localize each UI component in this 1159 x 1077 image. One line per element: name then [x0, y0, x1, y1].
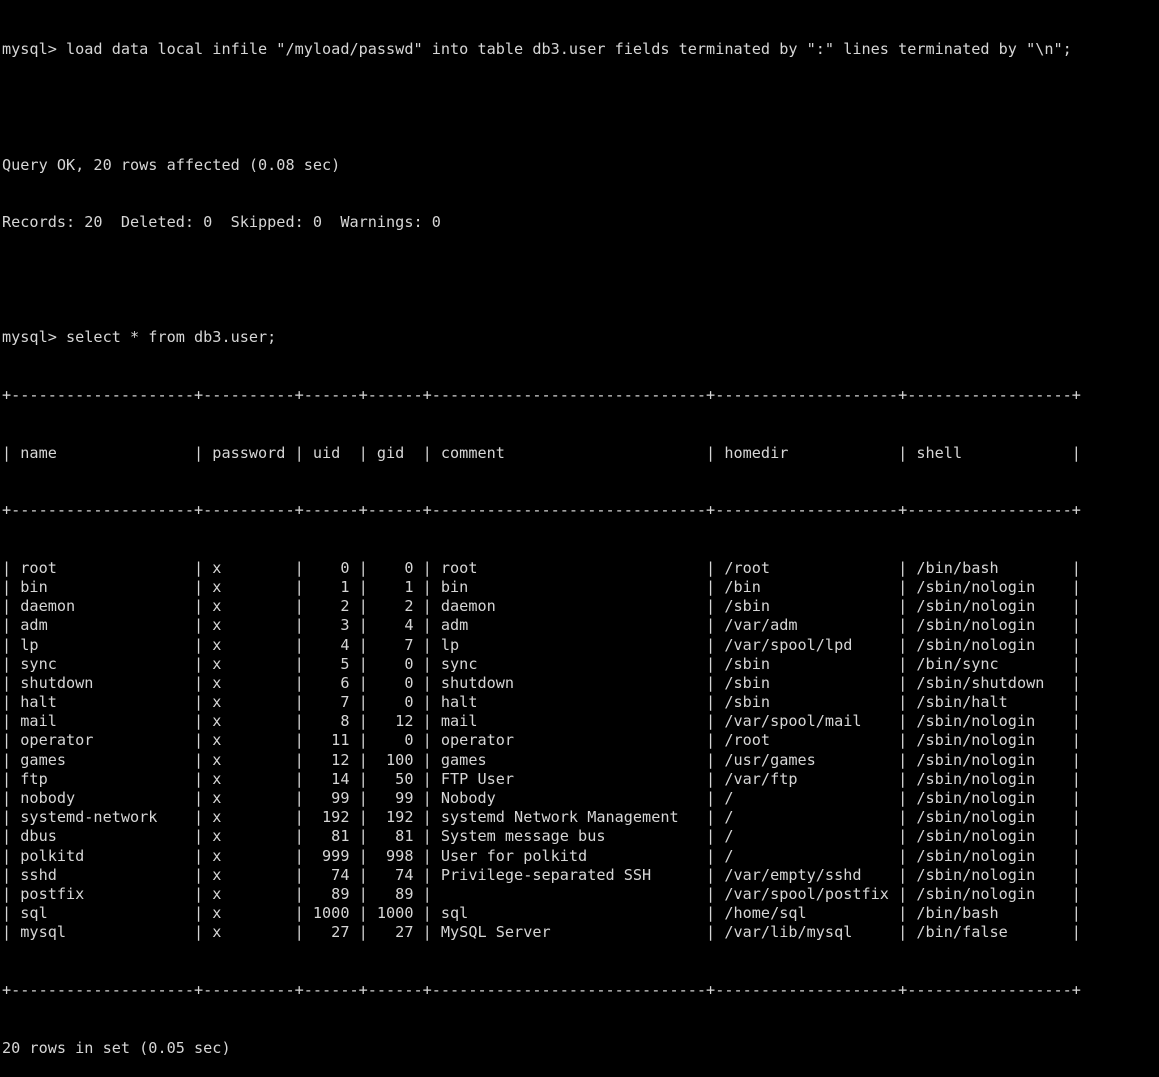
- terminal-screen[interactable]: mysql> load data local infile "/myload/p…: [0, 0, 1159, 1057]
- table-row: | daemon | x | 2 | 2 | daemon | /sbin | …: [2, 597, 1081, 616]
- table-body: | root | x | 0 | 0 | root | /root | /bin…: [2, 559, 1159, 943]
- table-row: | shutdown | x | 6 | 0 | shutdown | /sbi…: [2, 673, 1081, 692]
- table-row: | adm | x | 3 | 4 | adm | /var/adm | /sb…: [2, 616, 1081, 635]
- table-row: | sshd | x | 74 | 74 | Privilege-separat…: [2, 865, 1081, 884]
- table-row: | halt | x | 7 | 0 | halt | /sbin | /sbi…: [2, 693, 1081, 712]
- table-row: | sql | x | 1000 | 1000 | sql | /home/sq…: [2, 904, 1081, 923]
- query-ok-line: Query OK, 20 rows affected (0.08 sec): [2, 155, 341, 174]
- table-row: | operator | x | 11 | 0 | operator | /ro…: [2, 731, 1081, 750]
- records-summary-line: Records: 20 Deleted: 0 Skipped: 0 Warnin…: [2, 213, 441, 232]
- table-row: | mysql | x | 27 | 27 | MySQL Server | /…: [2, 923, 1081, 942]
- result-footer: 20 rows in set (0.05 sec): [2, 1038, 231, 1057]
- table-border-top: +--------------------+----------+------+…: [2, 385, 1081, 404]
- table-row: | mail | x | 8 | 12 | mail | /var/spool/…: [2, 712, 1081, 731]
- table-row: | systemd-network | x | 192 | 192 | syst…: [2, 808, 1081, 827]
- table-row: | polkitd | x | 999 | 998 | User for pol…: [2, 846, 1081, 865]
- table-row: | postfix | x | 89 | 89 | | /var/spool/p…: [2, 884, 1081, 903]
- table-row: | bin | x | 1 | 1 | bin | /bin | /sbin/n…: [2, 577, 1081, 596]
- table-row: | dbus | x | 81 | 81 | System message bu…: [2, 827, 1081, 846]
- table-header-row: | name | password | uid | gid | comment …: [2, 443, 1081, 462]
- table-row: | lp | x | 4 | 7 | lp | /var/spool/lpd |…: [2, 635, 1081, 654]
- table-border-header: +--------------------+----------+------+…: [2, 501, 1081, 520]
- table-row: | ftp | x | 14 | 50 | FTP User | /var/ft…: [2, 769, 1081, 788]
- table-row: | root | x | 0 | 0 | root | /root | /bin…: [2, 558, 1081, 577]
- command-line-select: mysql> select * from db3.user;: [2, 328, 277, 347]
- table-border-bottom: +--------------------+----------+------+…: [2, 980, 1081, 999]
- table-row: | games | x | 12 | 100 | games | /usr/ga…: [2, 750, 1081, 769]
- command-line-load-data-part2: [2, 98, 1159, 117]
- table-row: | sync | x | 5 | 0 | sync | /sbin | /bin…: [2, 654, 1081, 673]
- command-line-load-data-part1: mysql> load data local infile "/myload/p…: [2, 40, 1072, 59]
- table-row: | nobody | x | 99 | 99 | Nobody | / | /s…: [2, 789, 1081, 807]
